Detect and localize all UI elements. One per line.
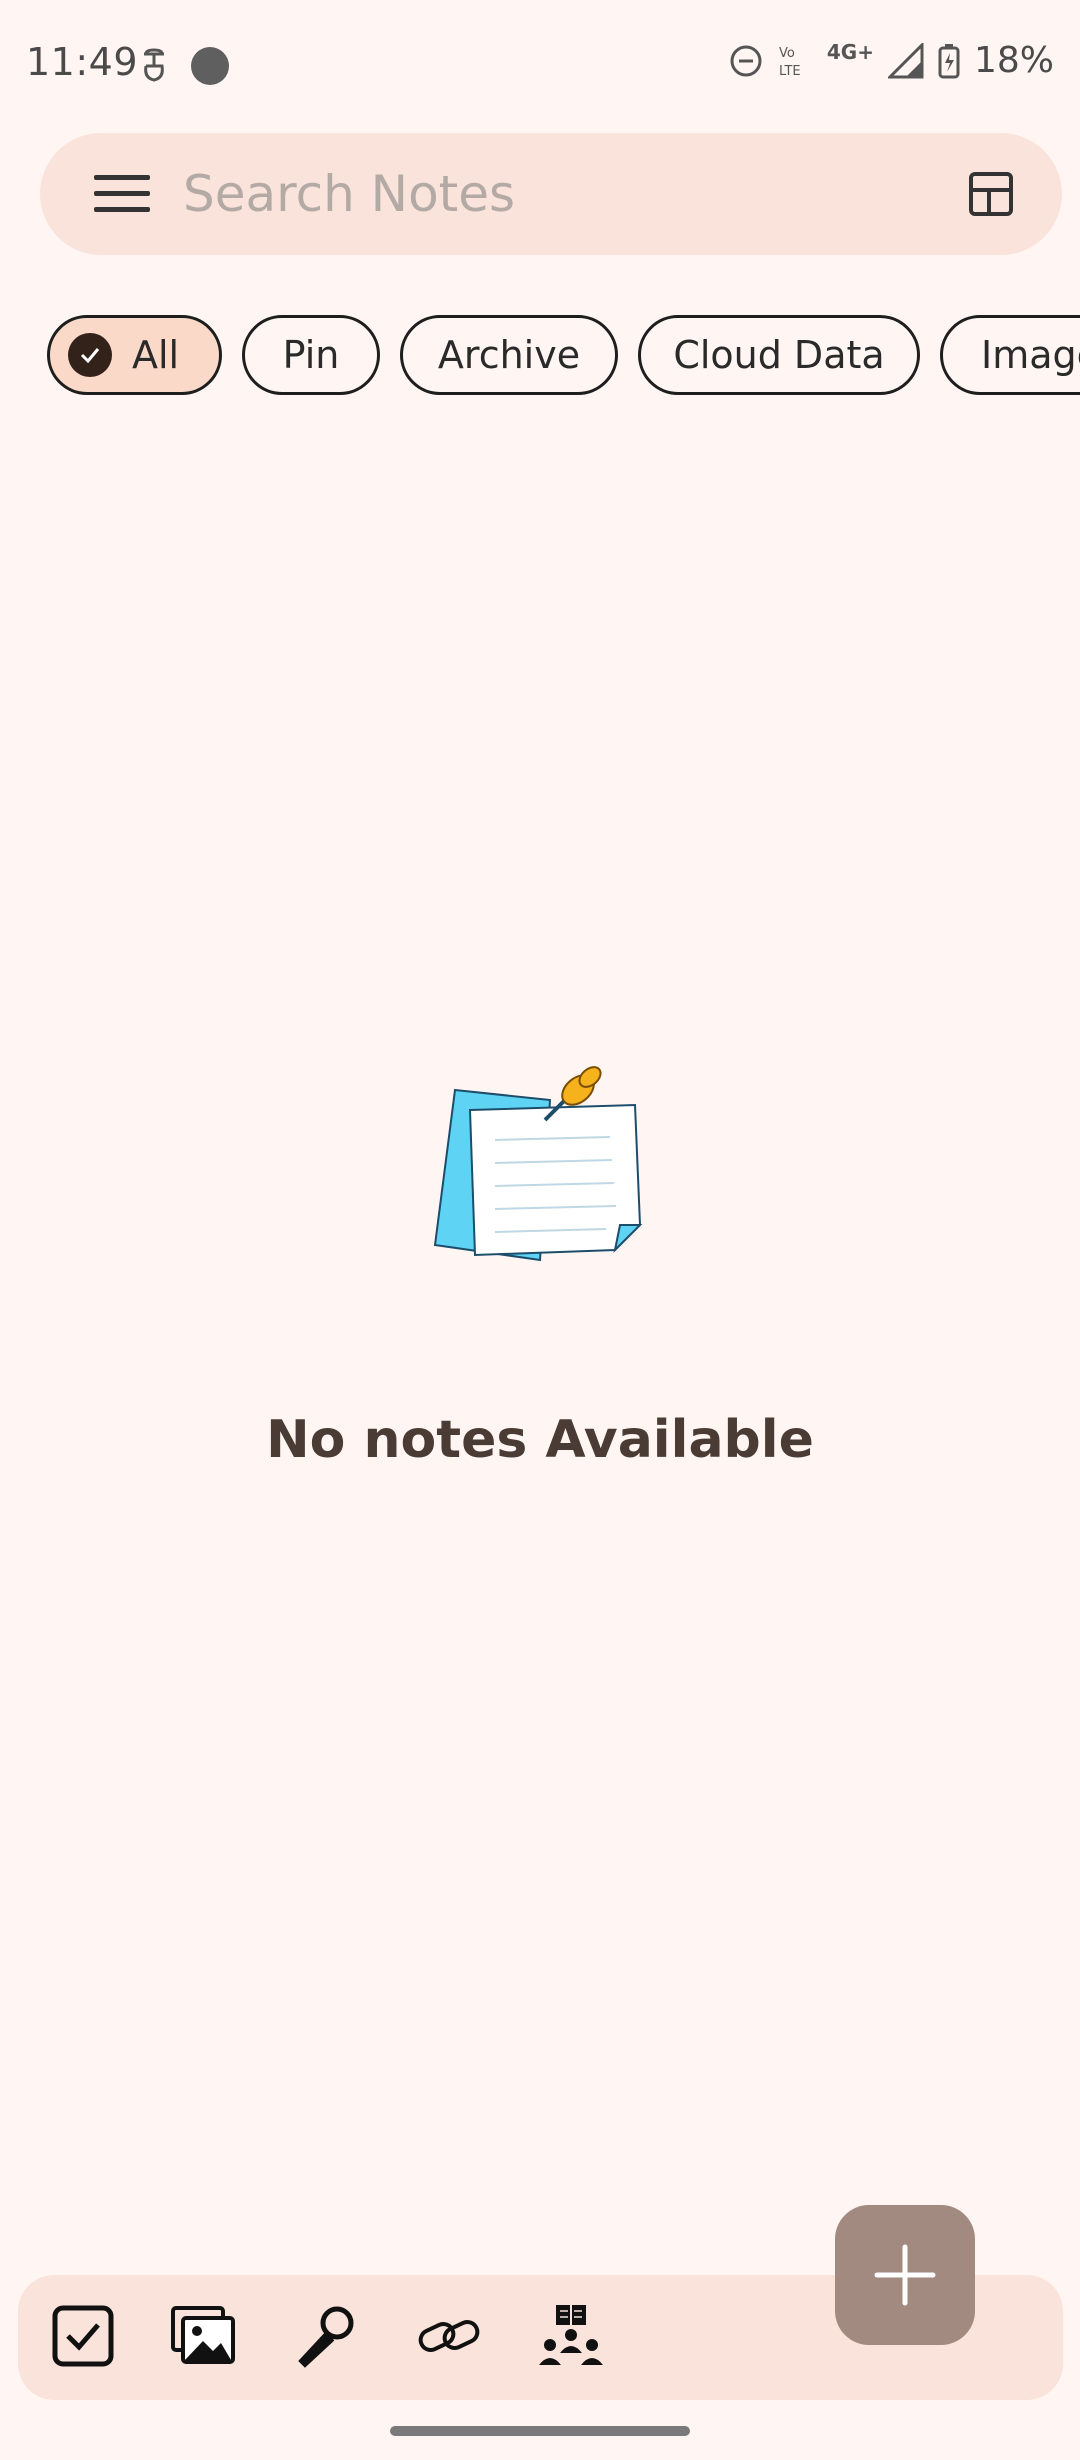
signal-icon bbox=[887, 42, 924, 78]
plus-icon bbox=[874, 2244, 936, 2306]
svg-text:LTE: LTE bbox=[779, 64, 801, 79]
chip-all[interactable]: All bbox=[47, 315, 222, 395]
search-bar[interactable]: Search Notes bbox=[40, 133, 1062, 255]
chip-label: Pin bbox=[282, 333, 340, 377]
chip-archive[interactable]: Archive bbox=[400, 315, 618, 395]
image-icon[interactable] bbox=[171, 2303, 237, 2369]
empty-notes-illustration bbox=[433, 1066, 643, 1262]
chip-pin[interactable]: Pin bbox=[242, 315, 380, 395]
chip-label: Images bbox=[981, 333, 1080, 377]
empty-state-message: No notes Available bbox=[266, 1410, 814, 1470]
add-note-button[interactable] bbox=[835, 2205, 975, 2345]
chip-images[interactable]: Images bbox=[940, 315, 1080, 395]
chip-label: Archive bbox=[437, 333, 581, 377]
status-time: 11:49 bbox=[26, 40, 139, 84]
check-icon bbox=[68, 333, 112, 377]
chip-label: All bbox=[132, 333, 180, 377]
status-bar: 11:49 Vo LTE 4G+ 18% bbox=[0, 0, 1080, 120]
network-type: 4G+ bbox=[826, 39, 874, 64]
community-icon[interactable] bbox=[538, 2303, 604, 2369]
volte-icon: Vo LTE bbox=[779, 46, 801, 79]
layout-toggle-icon[interactable] bbox=[968, 171, 1014, 217]
chip-label: Cloud Data bbox=[673, 333, 885, 377]
search-input[interactable]: Search Notes bbox=[183, 165, 515, 223]
battery-percent: 18% bbox=[973, 40, 1054, 81]
link-icon[interactable] bbox=[416, 2303, 482, 2369]
microphone-icon[interactable] bbox=[293, 2303, 359, 2369]
filter-chips: All Pin Archive Cloud Data Images bbox=[47, 315, 1080, 395]
svg-text:Vo: Vo bbox=[779, 46, 795, 61]
chip-cloud-data[interactable]: Cloud Data bbox=[638, 315, 920, 395]
menu-icon[interactable] bbox=[92, 169, 152, 219]
record-dot-icon bbox=[191, 47, 229, 85]
checkbox-icon[interactable] bbox=[50, 2303, 116, 2369]
dnd-icon bbox=[730, 45, 762, 76]
notification-app-icon bbox=[144, 48, 164, 82]
status-icons: Vo LTE 4G+ 18% bbox=[729, 40, 1054, 81]
battery-icon bbox=[938, 43, 960, 78]
home-indicator[interactable] bbox=[390, 2426, 690, 2436]
